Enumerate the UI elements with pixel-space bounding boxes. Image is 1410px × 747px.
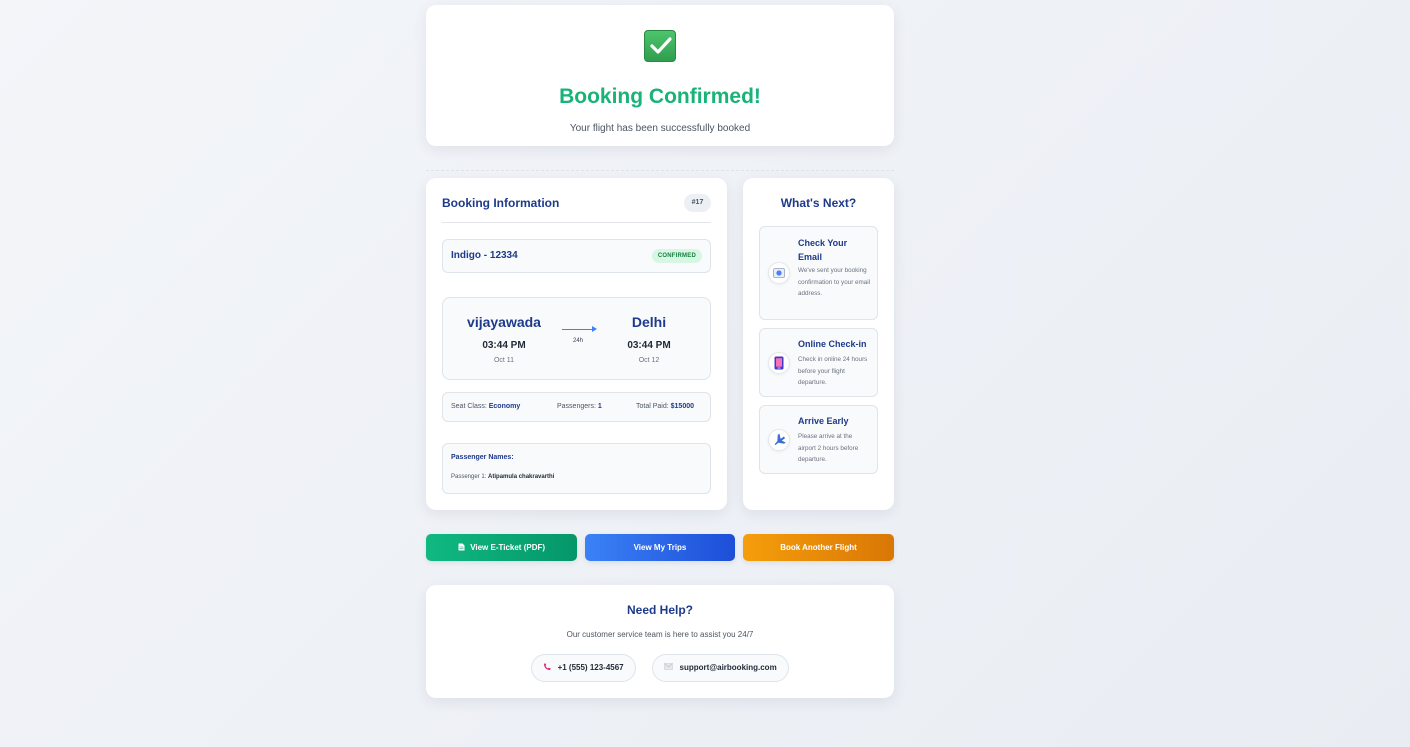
passenger-names-title: Passenger Names: xyxy=(451,454,514,461)
phone-number: +1 (555) 123-4567 xyxy=(557,663,624,672)
envelope-icon xyxy=(664,663,675,672)
confirmation-card: Booking Confirmed! Your flight has been … xyxy=(426,5,894,146)
step-online-checkin: Online Check-in Check in online 24 hours… xyxy=(759,328,878,397)
passengers-label: Passengers: xyxy=(557,403,596,410)
booking-id-badge: #17 xyxy=(684,194,711,212)
step-description: We've sent your booking confirmation to … xyxy=(798,267,871,297)
need-help-card: Need Help? Our customer service team is … xyxy=(426,585,894,698)
confirmation-title: Booking Confirmed! xyxy=(559,85,761,108)
route-details: vijayawada 03:44 PM Oct 11 24h Delhi 03:… xyxy=(442,297,711,380)
step-title: Arrive Early xyxy=(798,416,849,426)
step-title: Online Check-in xyxy=(798,339,867,349)
booking-information-card: Booking Information #17 Indigo - 12334 C… xyxy=(426,178,727,510)
book-another-flight-button[interactable]: Book Another Flight xyxy=(743,534,894,561)
route-arrow-line xyxy=(562,329,594,330)
step-check-email: Check Your Email We've sent your booking… xyxy=(759,226,878,320)
whats-next-title: What's Next? xyxy=(780,196,857,210)
status-badge: CONFIRMED xyxy=(651,249,702,263)
passenger-label: Passenger 1: xyxy=(451,474,487,480)
email-icon xyxy=(768,262,790,284)
passenger-names: Passenger Names: Passenger 1: Atipamula … xyxy=(442,443,711,494)
origin-city: vijayawada xyxy=(467,314,541,330)
mobile-phone-icon xyxy=(768,352,790,374)
total-paid-label: Total Paid: xyxy=(636,403,669,410)
passengers-value: 1 xyxy=(597,403,602,410)
email-contact[interactable]: support@airbooking.com xyxy=(652,654,789,682)
passengers-count: Passengers: 1 xyxy=(557,403,602,410)
header-divider xyxy=(442,222,711,223)
airplane-icon xyxy=(768,429,790,451)
step-description: Please arrive at the airport 2 hours bef… xyxy=(798,433,859,463)
need-help-subtitle: Our customer service team is here to ass… xyxy=(566,630,754,639)
step-description: Check in online 24 hours before your fli… xyxy=(798,356,868,386)
passenger-row: Passenger 1: Atipamula chakravarthi xyxy=(451,474,554,480)
flight-duration: 24h xyxy=(572,338,583,344)
passenger-name: Atipamula chakravarthi xyxy=(488,474,555,480)
origin-date: Oct 11 xyxy=(493,357,515,364)
step-arrive-early: Arrive Early Please arrive at the airpor… xyxy=(759,405,878,474)
seat-class-value: Economy xyxy=(488,403,521,410)
flight-name: Indigo - 12334 xyxy=(451,250,518,261)
document-icon xyxy=(458,543,470,552)
seat-class-label: Seat Class: xyxy=(451,403,487,410)
confirmation-subtitle: Your flight has been successfully booked xyxy=(569,123,751,134)
destination-time: 03:44 PM xyxy=(627,340,671,351)
total-paid: Total Paid: $15000 xyxy=(636,403,694,410)
origin-time: 03:44 PM xyxy=(482,340,526,351)
total-paid-value: $15000 xyxy=(670,403,694,410)
phone-icon xyxy=(543,663,553,672)
whats-next-card: What's Next? Check Your Email We've sent… xyxy=(743,178,894,510)
check-mark-icon xyxy=(644,30,676,62)
section-divider xyxy=(426,170,894,171)
view-my-trips-button[interactable]: View My Trips xyxy=(585,534,735,561)
email-address: support@airbooking.com xyxy=(679,663,777,672)
booking-meta: Seat Class: Economy Passengers: 1 Total … xyxy=(442,392,711,422)
destination-city: Delhi xyxy=(631,314,667,330)
view-e-ticket-label: View E-Ticket (PDF) xyxy=(470,543,546,552)
flight-summary: Indigo - 12334 CONFIRMED xyxy=(442,239,711,273)
destination-date: Oct 12 xyxy=(638,357,660,364)
phone-contact[interactable]: +1 (555) 123-4567 xyxy=(531,654,636,682)
step-title: Check Your Email xyxy=(798,238,848,262)
booking-information-title: Booking Information xyxy=(442,196,560,210)
need-help-title: Need Help? xyxy=(626,603,693,617)
seat-class: Seat Class: Economy xyxy=(451,403,520,410)
view-e-ticket-button[interactable]: View E-Ticket (PDF) xyxy=(426,534,577,561)
